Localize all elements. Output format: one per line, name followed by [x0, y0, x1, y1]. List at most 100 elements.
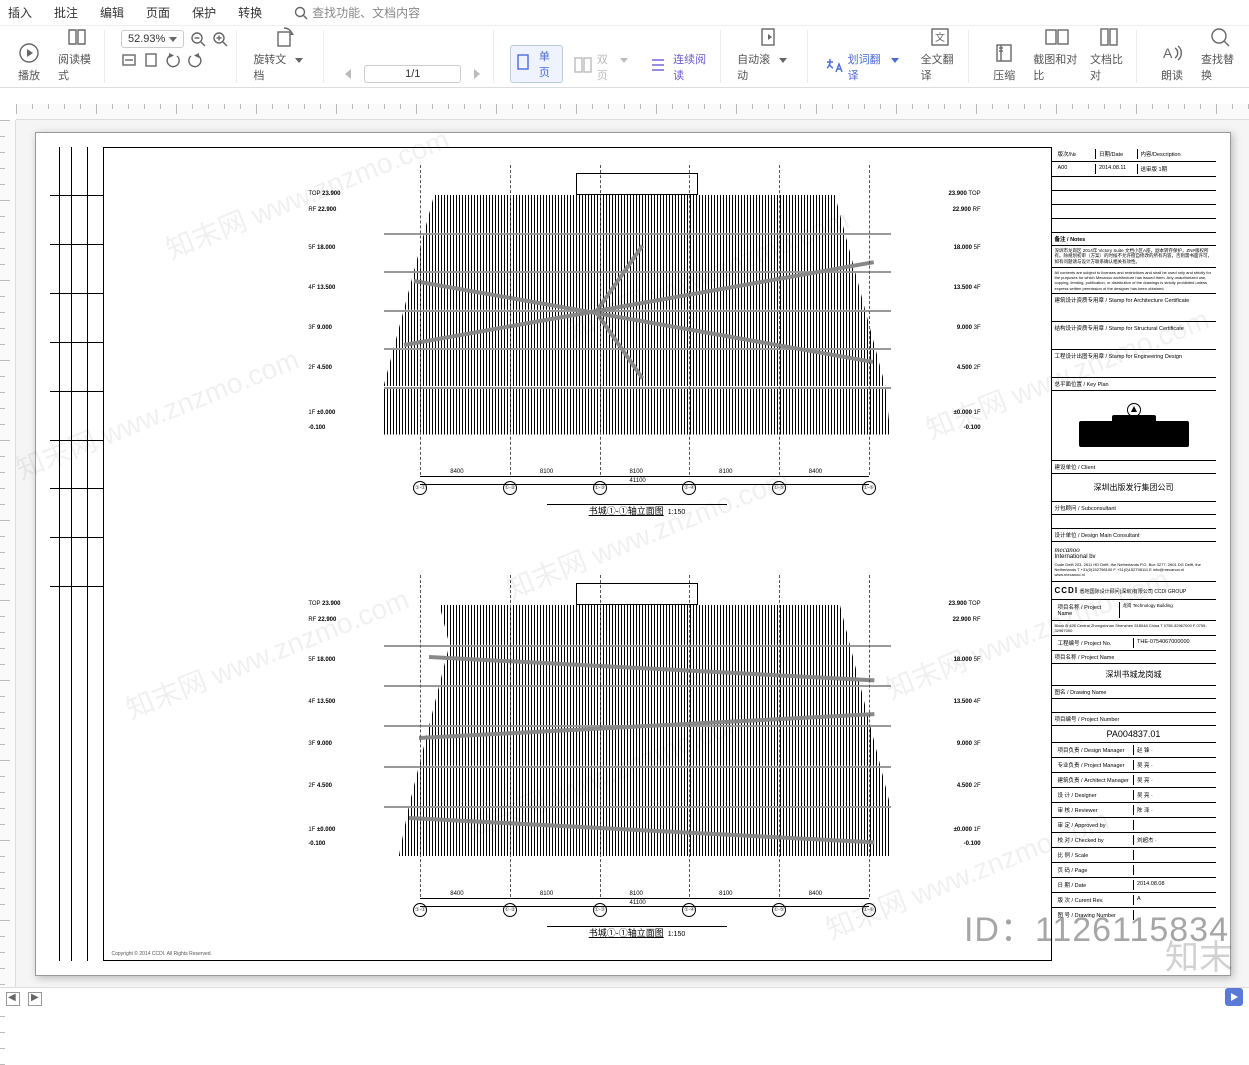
bay-dim: 8100	[719, 469, 732, 475]
compress-label: 压缩	[993, 67, 1015, 83]
single-page-button[interactable]: 单页	[510, 45, 563, 83]
rotate-label: 旋转文档	[253, 51, 293, 83]
keyplan-shape	[1079, 421, 1189, 447]
continuous-button[interactable]: 连续阅读	[650, 51, 713, 83]
read-mode-button[interactable]: 阅读模式	[58, 26, 96, 83]
play-icon	[1229, 992, 1239, 1002]
eng-stamp: 工程设计出图专用章 / Stamp for Engineering Design	[1052, 350, 1216, 378]
speaker-icon: A	[1161, 42, 1183, 64]
doc-compare-label: 文档比对	[1090, 51, 1128, 83]
menu-protect[interactable]: 保护	[192, 4, 216, 21]
double-page-icon	[573, 56, 592, 78]
proj-title-label: 项目名称 / Project Name	[1052, 651, 1216, 664]
autoscroll-icon	[757, 26, 779, 48]
elevation-title: 书城①-①轴立面图1:150	[589, 504, 686, 517]
work-area: ①-① ①-② ①-③ ①-④ ①-⑤ ①-⑥ 8400 8100 8100 8…	[0, 104, 1249, 987]
autoscroll-button[interactable]: 自动滚动	[737, 26, 799, 83]
double-page-label: 双页	[597, 51, 616, 83]
client-label: 建设单位 / Client	[1052, 461, 1216, 474]
zoom-out-button[interactable]	[190, 31, 206, 47]
left-revision-strip	[50, 147, 104, 961]
svg-text:文: 文	[935, 31, 945, 44]
document-canvas[interactable]: ①-① ①-② ①-③ ①-④ ①-⑤ ①-⑥ 8400 8100 8100 8…	[16, 120, 1249, 987]
pdf-page: ①-① ①-② ①-③ ①-④ ①-⑤ ①-⑥ 8400 8100 8100 8…	[35, 132, 1231, 976]
single-page-label: 单页	[539, 48, 558, 80]
double-page-button[interactable]: 双页	[573, 51, 639, 83]
struct-stamp: 结构设计资质专用章 / Stamp for Structural Certifi…	[1052, 322, 1216, 350]
word-translate-button[interactable]: 划词翻译	[824, 51, 911, 83]
ruler-horizontal	[16, 104, 1249, 120]
read-mode-label: 阅读模式	[58, 51, 96, 83]
chevron-down-icon	[620, 56, 639, 78]
total-dim: 41100	[630, 478, 646, 484]
notes-cn: 深圳市龙岗区 2014年 Victory Suite 文档小区A座，副本转存保护…	[1052, 246, 1216, 269]
fit-width-icon[interactable]	[121, 52, 137, 68]
undo-icon[interactable]	[165, 52, 181, 68]
screenshot-compare-button[interactable]: 截图和对比	[1033, 26, 1080, 83]
doc-compare-button[interactable]: 文档比对	[1090, 26, 1128, 83]
menu-bar: 插入 批注 编辑 页面 保护 转换 查找功能、文档内容	[0, 0, 1249, 26]
drawing-number: PA004837.01	[1052, 726, 1216, 743]
search-icon	[1209, 26, 1231, 48]
keyplan	[1052, 391, 1216, 461]
menu-convert[interactable]: 转换	[238, 4, 262, 21]
fit-page-icon[interactable]	[143, 52, 159, 68]
sidepanel-left-toggle[interactable]	[6, 992, 20, 1006]
find-replace-label: 查找替换	[1201, 51, 1239, 83]
compress-button[interactable]: 压缩	[985, 42, 1023, 83]
menu-search[interactable]: 查找功能、文档内容	[294, 4, 420, 21]
menu-page[interactable]: 页面	[146, 4, 170, 21]
zoom-in-button[interactable]	[212, 31, 228, 47]
cci-logo: CCDI 悉地国际设计顾问(深圳)有限公司 CCDI GROUP	[1052, 582, 1216, 600]
notes-en: All contents are subject to licenses and…	[1052, 268, 1216, 294]
dwg-title-label: 图名 / Drawing Name	[1052, 686, 1216, 699]
menu-annotate[interactable]: 批注	[54, 4, 78, 21]
read-aloud-label: 朗读	[1161, 67, 1183, 83]
subconsult-label: 分包顾问 / Subconsultant	[1052, 502, 1216, 515]
screenshot-compare-icon	[1044, 26, 1070, 48]
compress-icon	[993, 42, 1015, 64]
chevron-down-icon	[169, 35, 177, 43]
notes-label: 备注 / Notes	[1052, 233, 1216, 246]
elevation-title: 书城①-①轴立面图1:150	[589, 926, 686, 939]
prev-page-button[interactable]	[340, 66, 356, 82]
bay-dim: 8400	[809, 469, 822, 475]
client-name: 深圳出版发行集团公司	[1052, 474, 1216, 502]
zoom-value: 52.93%	[128, 33, 165, 45]
autoscroll-label: 自动滚动	[737, 51, 777, 83]
svg-text:A: A	[1163, 45, 1173, 61]
page-indicator[interactable]: 1/1	[364, 65, 461, 83]
next-page-button[interactable]	[469, 66, 485, 82]
redo-icon[interactable]	[187, 52, 203, 68]
menu-edit[interactable]: 编辑	[100, 4, 124, 21]
play-fab[interactable]	[1225, 988, 1243, 1006]
play-button[interactable]: 播放	[10, 42, 48, 83]
toolbar: 播放 阅读模式 52.93% 旋转文档	[0, 26, 1249, 88]
proj-addr: Block B 426 Central Zhongxinnan Shenzhen…	[1052, 621, 1216, 636]
keyplan-label: 总平面位置 / Key Plan	[1052, 378, 1216, 391]
rev-row: A002014.08.11送审版 1期	[1052, 162, 1216, 177]
full-translate-icon: 文	[929, 26, 951, 48]
project-title: 深圳书城龙岗城	[1052, 664, 1216, 686]
read-aloud-button[interactable]: A 朗读	[1153, 42, 1191, 83]
menu-insert[interactable]: 插入	[8, 4, 32, 21]
sidepanel-right-toggle[interactable]	[28, 992, 42, 1006]
full-translate-button[interactable]: 文 全文翻译	[921, 26, 961, 83]
zoom-combo[interactable]: 52.93%	[121, 30, 184, 48]
status-bar	[0, 987, 1249, 1009]
proj-row: 项目名称 / Project Name龙岗 Technology Buildin…	[1052, 600, 1216, 621]
find-replace-button[interactable]: 查找替换	[1201, 26, 1239, 83]
arch-stamp: 建筑设计资质专用章 / Stamp for Architecture Certi…	[1052, 294, 1216, 322]
rev-header: 版次/№日期/Date内容/Description	[1052, 147, 1216, 162]
menu-search-placeholder: 查找功能、文档内容	[312, 4, 420, 21]
continuous-label: 连续阅读	[673, 51, 712, 83]
rotate-icon	[273, 26, 295, 48]
search-icon	[294, 6, 308, 20]
brand-watermark: 知末	[1165, 930, 1233, 979]
bay-dim: 8400	[450, 469, 463, 475]
screenshot-compare-label: 截图和对比	[1033, 51, 1080, 83]
full-translate-label: 全文翻译	[921, 51, 961, 83]
chevron-down-icon	[779, 56, 799, 78]
translate-icon	[824, 56, 844, 78]
rotate-button[interactable]: 旋转文档	[253, 26, 315, 83]
